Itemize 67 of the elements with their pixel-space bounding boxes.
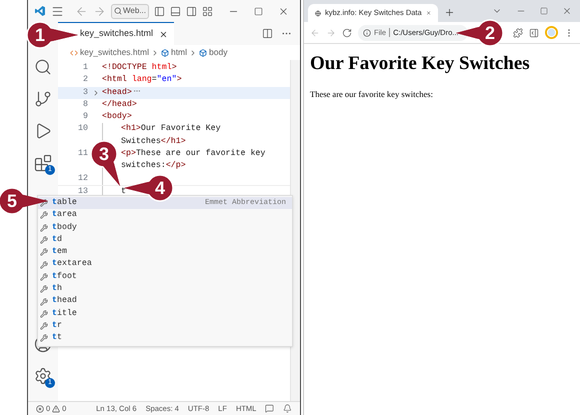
code-line: 8 </head> <box>82 98 138 111</box>
wrench-icon <box>40 199 48 208</box>
globe-icon <box>315 8 321 18</box>
close-icon[interactable] <box>278 6 289 16</box>
logo-icon <box>34 5 46 17</box>
wrench-icon <box>40 334 48 342</box>
suggestion-item[interactable]: th <box>38 283 292 296</box>
suggestion-item[interactable]: tbody <box>38 222 292 234</box>
page-heading: Our Favorite Key Switches <box>310 52 531 76</box>
search-icon[interactable] <box>34 58 52 76</box>
info-icon[interactable] <box>363 28 371 36</box>
maximize-icon[interactable] <box>254 6 263 16</box>
new-tab-icon[interactable] <box>444 7 455 18</box>
panel-icon[interactable] <box>170 6 181 16</box>
wrench-icon <box>40 272 48 281</box>
callout: 1 <box>26 21 78 49</box>
suggestion-item[interactable]: title <box>38 308 292 320</box>
side-panel-icon[interactable] <box>529 28 539 38</box>
layout-icon[interactable] <box>202 6 213 16</box>
close-icon[interactable] <box>159 30 168 38</box>
cube-icon <box>199 48 208 56</box>
cube-icon <box>160 48 169 56</box>
suggestion-item[interactable]: tr <box>38 320 292 332</box>
feedback-icon[interactable] <box>265 404 274 413</box>
code-line: 1 <!DOCTYPE html> <box>82 62 178 74</box>
callout: 3 <box>90 140 122 186</box>
branch-icon[interactable] <box>34 90 52 108</box>
code-line: 2 <html lang="en"> <box>82 74 183 86</box>
suggestion-item[interactable]: tfoot <box>38 270 292 284</box>
suggestion-item[interactable]: textarea <box>38 258 292 271</box>
wrench-icon <box>40 322 48 330</box>
wrench-icon <box>40 298 48 306</box>
page-paragraph: These are our favorite key switches: <box>310 88 434 100</box>
extensions-icon[interactable] <box>513 28 523 38</box>
breadcrumb[interactable]: body <box>209 46 228 59</box>
wrench-icon <box>40 310 48 318</box>
suggestion-item[interactable]: thead <box>38 295 292 308</box>
suggestion-item[interactable]: td <box>38 234 292 246</box>
extensions-icon[interactable] <box>34 154 52 172</box>
maximize-icon[interactable] <box>540 7 548 15</box>
wrench-icon <box>40 260 48 269</box>
callout: 5 <box>0 187 48 215</box>
error-icon <box>36 404 44 412</box>
run-debug-icon[interactable] <box>34 122 52 140</box>
code-icon <box>70 48 78 56</box>
sidebar-icon[interactable] <box>154 6 165 16</box>
sidebar-icon[interactable] <box>186 6 197 16</box>
command-center[interactable]: Web... <box>111 4 149 18</box>
fold-chevron-icon[interactable] <box>92 88 100 97</box>
breadcrumb[interactable]: key_switches.html <box>80 46 149 59</box>
wrench-icon <box>40 224 48 232</box>
wrench-icon <box>40 236 48 244</box>
search-icon <box>114 7 122 15</box>
suggestion-item[interactable]: tem <box>38 246 292 258</box>
warning-icon <box>52 404 60 412</box>
suggestion-item[interactable]: tt <box>38 332 292 345</box>
menu-icon[interactable] <box>51 4 64 18</box>
editor-tab[interactable]: key_switches.html <box>58 22 174 45</box>
split-editor-icon[interactable] <box>262 28 273 39</box>
wrench-icon <box>40 211 48 220</box>
code-line: 9 <body> <box>82 111 133 124</box>
wrench-icon <box>40 248 48 256</box>
wrench-icon <box>40 285 48 294</box>
settings-icon[interactable] <box>34 367 52 385</box>
reload-icon[interactable] <box>342 28 352 38</box>
breadcrumb[interactable]: html <box>170 46 188 59</box>
bell-icon[interactable] <box>283 404 292 413</box>
